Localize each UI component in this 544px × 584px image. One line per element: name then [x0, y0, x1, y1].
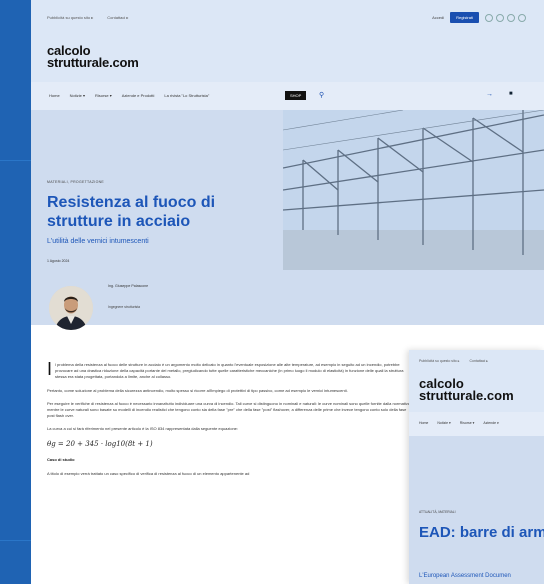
author-name[interactable]: Ing. Giuseppe Palascone — [108, 284, 148, 288]
linkedin-icon[interactable] — [507, 13, 515, 22]
author-portrait — [49, 286, 93, 330]
contact-link[interactable]: Contattaci ▸ — [469, 359, 488, 363]
topbar-links: Pubblicità su questo sito ▸ Contattaci ▸ — [47, 15, 128, 20]
paragraph: A titolo di esempio verrà trattato un ca… — [47, 471, 250, 477]
nav-items: Home Notizie ▾ Risorse ▾ Aziende e Prodo… — [49, 93, 209, 98]
topbar-links: Pubblicità su questo sito ▸ Contattaci ▸ — [419, 359, 488, 363]
article-category[interactable]: ATTUALITÀ, MATERIALI — [419, 510, 456, 514]
site-header: calcolo strutturale.com — [31, 40, 544, 82]
youtube-icon[interactable] — [496, 13, 504, 22]
article-subtitle: L'European Assessment Documen — [419, 573, 511, 579]
login-link[interactable]: Accedi — [432, 15, 444, 20]
paragraph: Il problema della resistenza al fuoco de… — [47, 359, 414, 381]
paragraph-text: l problema della resistenza al fuoco del… — [55, 362, 404, 380]
social-links — [485, 13, 526, 22]
nav-aziende[interactable]: Aziende e Prodotti — [122, 93, 155, 98]
shop-button[interactable]: SHOP — [285, 91, 307, 100]
logo-line2: strutturale.com — [419, 388, 514, 403]
section-heading: Caso di studio — [47, 456, 75, 462]
nav-risorse[interactable]: Risorse ▾ — [95, 93, 112, 98]
main-nav: Home Notizie ▾ Risorse ▾ Aziende e — [409, 412, 544, 436]
nav-aziende[interactable]: Aziende e — [483, 421, 499, 425]
contact-link[interactable]: Contattaci ▸ — [107, 15, 128, 20]
nav-risorse[interactable]: Risorse ▾ — [460, 421, 475, 425]
second-article-page: Pubblicità su questo sito ▸ Contattaci ▸… — [409, 350, 544, 584]
site-logo[interactable]: calcolo strutturale.com — [47, 44, 139, 70]
article-body: Il problema della resistenza al fuoco de… — [47, 359, 414, 484]
steel-structure-photo — [283, 110, 544, 270]
paragraph: La curva a cui si farà riferimento nel p… — [47, 426, 239, 432]
register-button[interactable]: Registrati — [450, 12, 479, 23]
iso834-formula: θg = 20 + 345 · log10(8t + 1) — [47, 439, 153, 448]
site-logo[interactable]: calcolo strutturale.com — [419, 377, 514, 403]
main-nav: Home Notizie ▾ Risorse ▾ Aziende e Prodo… — [31, 82, 544, 110]
account-area: Accedi Registrati — [432, 12, 526, 23]
article-title: EAD: barre di arm FRP — [419, 524, 544, 541]
article-date: 1 Agosto 2024 — [47, 259, 70, 263]
author-role: Ingegnere strutturista — [108, 305, 141, 309]
instagram-icon[interactable] — [518, 13, 526, 22]
decorative-line — [0, 160, 31, 161]
search-icon[interactable]: ⚲ — [319, 91, 324, 99]
author-avatar[interactable] — [49, 286, 93, 330]
cart-icon[interactable]: ■ — [509, 91, 513, 97]
nav-items: Home Notizie ▾ Risorse ▾ Aziende e — [419, 421, 499, 425]
facebook-icon[interactable] — [485, 13, 493, 22]
nav-notizie[interactable]: Notizie ▾ — [437, 421, 450, 425]
article-hero: ATTUALITÀ, MATERIALI EAD: barre di arm F… — [409, 436, 544, 584]
drop-cap: I — [47, 359, 53, 379]
advertising-link[interactable]: Pubblicità su questo sito ▸ — [419, 359, 459, 363]
paragraph: Pertanto, come soluzione al problema del… — [47, 387, 348, 393]
decorative-line — [0, 540, 31, 541]
logo-line2: strutturale.com — [47, 55, 139, 70]
article-title: Resistenza al fuoco di strutture in acci… — [47, 194, 216, 230]
advertising-link[interactable]: Pubblicità su questo sito ▸ — [47, 15, 93, 20]
nav-home[interactable]: Home — [419, 421, 428, 425]
article-subtitle: L'utilità delle vernici intumescenti — [47, 238, 149, 245]
article-hero: MATERIALI, PROGETTAZIONE Resistenza al f… — [31, 110, 544, 330]
nav-home[interactable]: Home — [49, 93, 60, 98]
article-category[interactable]: MATERIALI, PROGETTAZIONE — [47, 180, 104, 184]
topbar: Pubblicità su questo sito ▸ Contattaci ▸… — [31, 0, 544, 40]
site-header: calcolo strutturale.com — [409, 374, 544, 412]
topbar: Pubblicità su questo sito ▸ Contattaci ▸ — [409, 350, 544, 374]
nav-rivista[interactable]: La rivista "Lo Strutturista" — [164, 93, 209, 98]
nav-notizie[interactable]: Notizie ▾ — [70, 93, 85, 98]
arrow-right-icon[interactable]: → — [486, 91, 493, 98]
paragraph: Per eseguire le verifiche di resistenza … — [47, 400, 412, 419]
